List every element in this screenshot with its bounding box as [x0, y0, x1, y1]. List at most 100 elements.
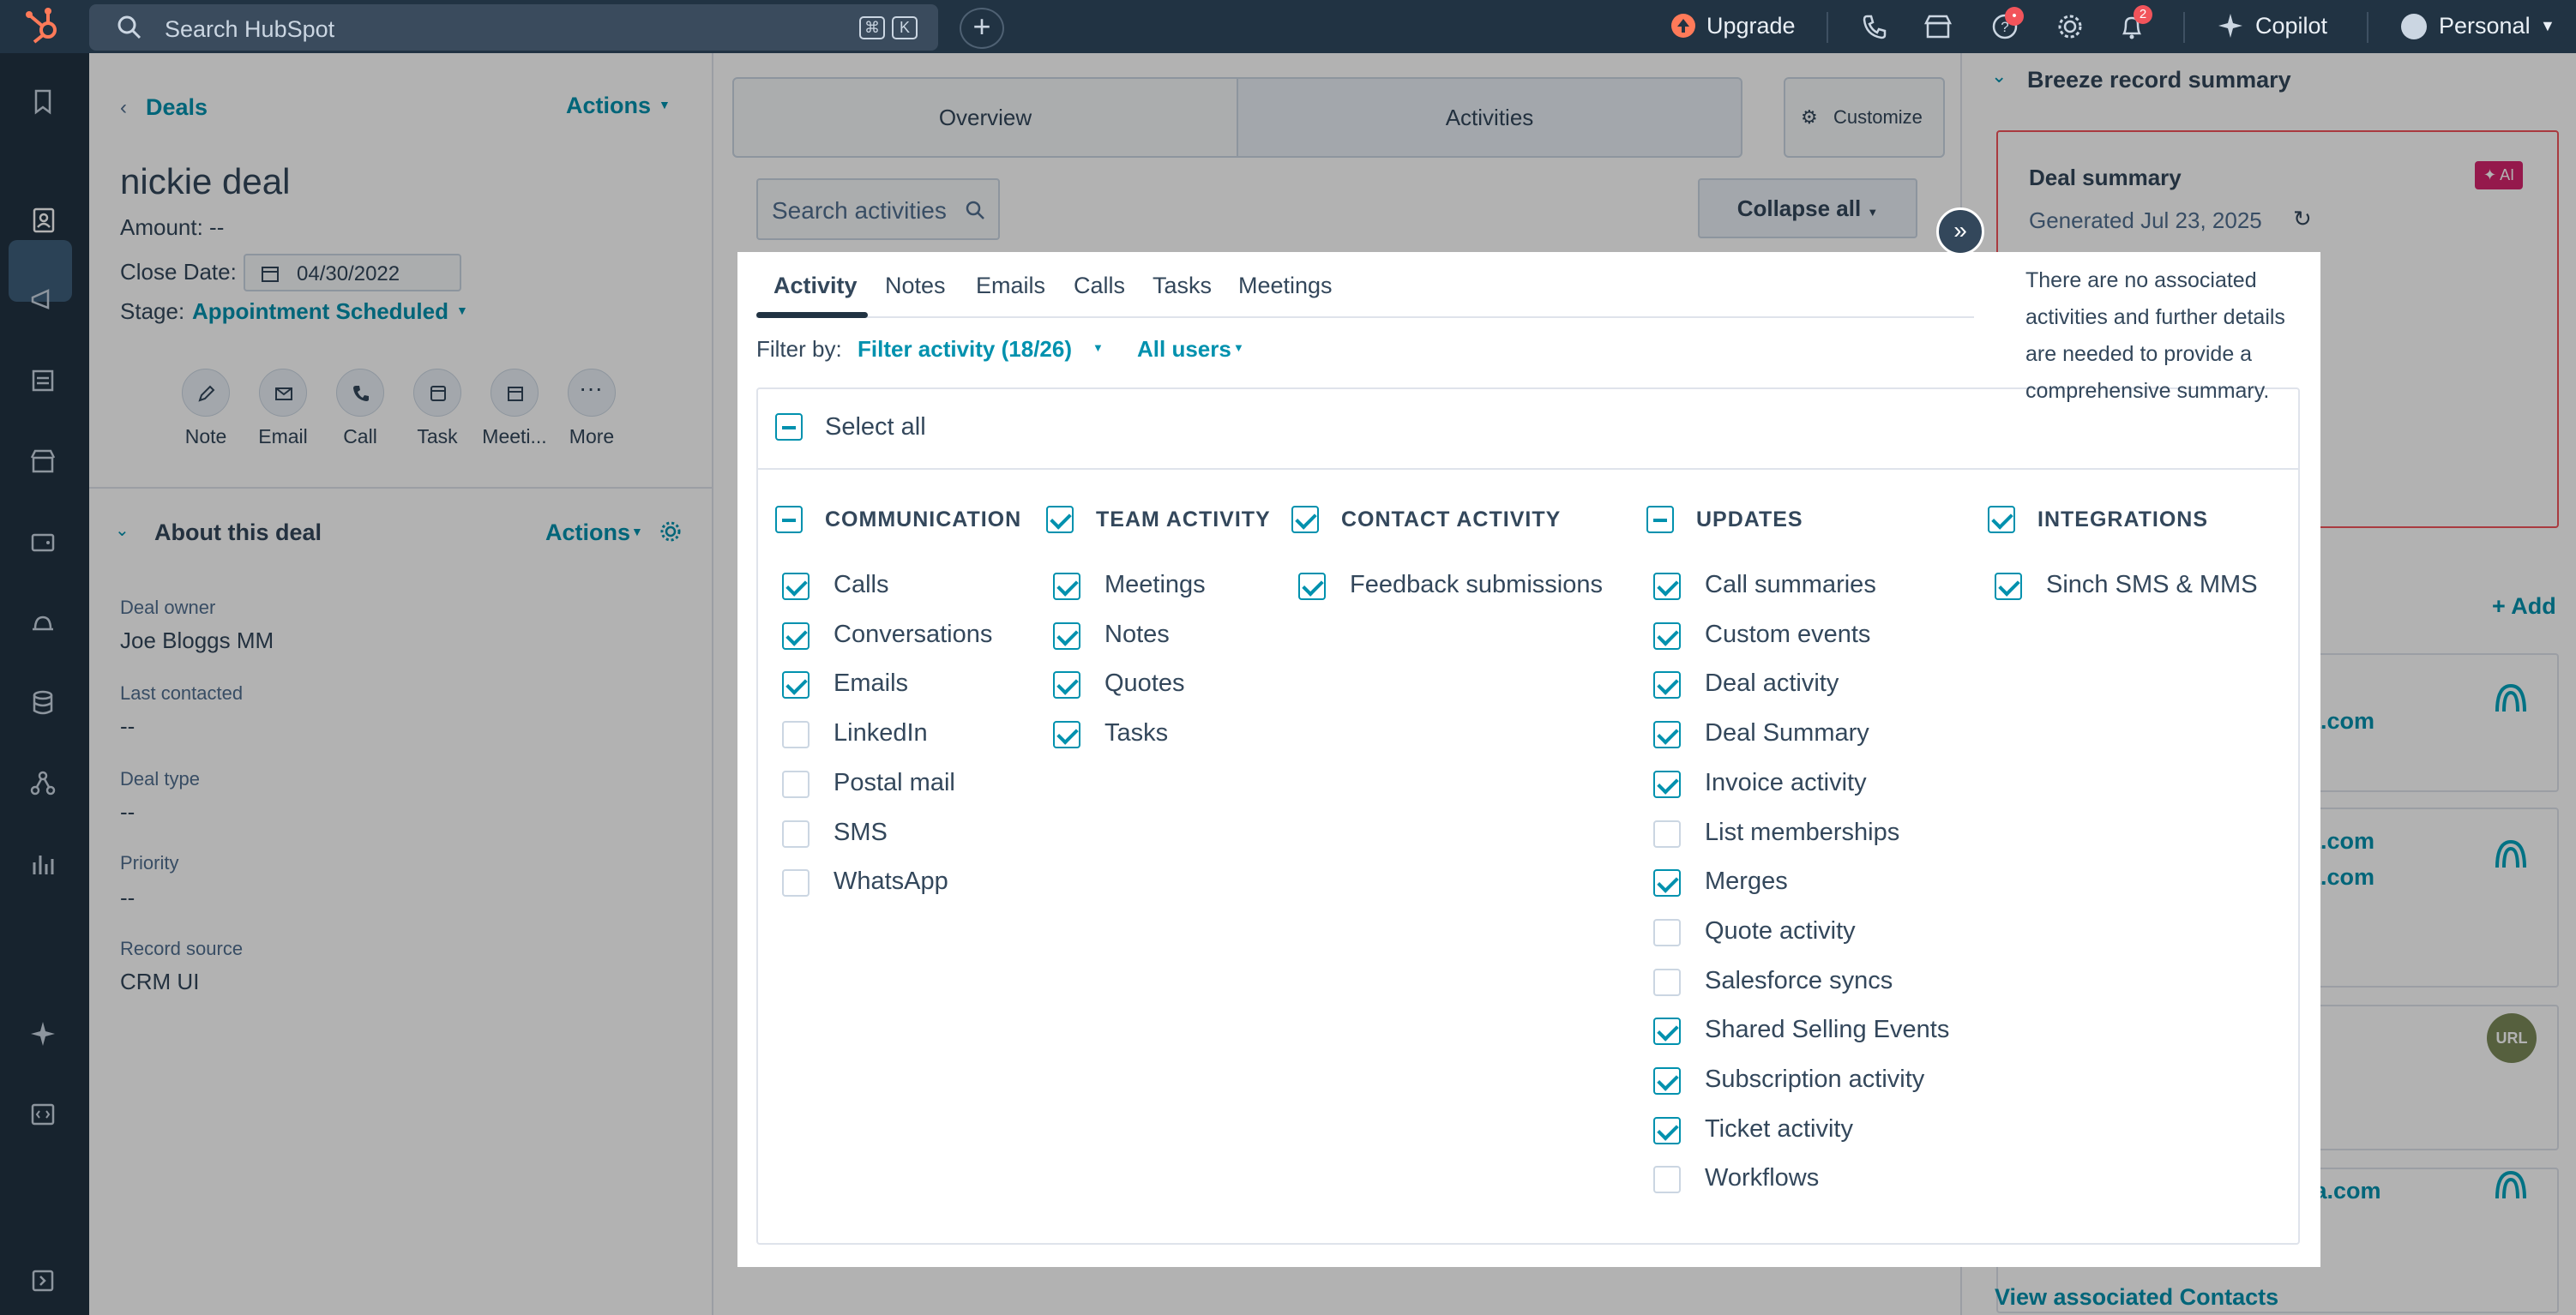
global-search-input[interactable]: Search HubSpot ⌘ K — [89, 4, 938, 51]
filter-label-call-summaries[interactable]: Call summaries — [1705, 571, 1876, 599]
filter-label-ticket-activity[interactable]: Ticket activity — [1705, 1115, 1853, 1144]
subtab-activity[interactable]: Activity — [773, 273, 858, 299]
select-all-label[interactable]: Select all — [825, 413, 926, 441]
filter-label-subscription-activity[interactable]: Subscription activity — [1705, 1066, 1924, 1094]
filter-checkbox-sms[interactable] — [782, 820, 810, 848]
filter-checkbox-salesforce-syncs[interactable] — [1653, 969, 1681, 996]
filter-label-list-memberships[interactable]: List memberships — [1705, 819, 1899, 847]
filter-checkbox-subscription-activity[interactable] — [1653, 1067, 1681, 1095]
filter-label-calls[interactable]: Calls — [834, 571, 888, 599]
upgrade-icon — [1671, 14, 1695, 38]
hubspot-logo-icon[interactable] — [22, 4, 67, 49]
filter-checkbox-notes[interactable] — [1053, 622, 1080, 650]
subtab-meetings[interactable]: Meetings — [1238, 273, 1333, 299]
filter-checkbox-conversations[interactable] — [782, 622, 810, 650]
search-placeholder: Search HubSpot — [165, 16, 335, 42]
divider — [2183, 12, 2185, 43]
filter-checkbox-tasks[interactable] — [1053, 721, 1080, 748]
filter-checkbox-quote-activity[interactable] — [1653, 919, 1681, 946]
group-checkbox-updates[interactable] — [1646, 506, 1674, 533]
filter-checkbox-sinch-sms-mms[interactable] — [1995, 573, 2022, 600]
upgrade-button[interactable]: Upgrade — [1706, 13, 1796, 39]
filter-label-quotes[interactable]: Quotes — [1104, 670, 1185, 698]
create-new-button[interactable]: + — [960, 8, 1004, 49]
filter-checkbox-whatsapp[interactable] — [782, 869, 810, 897]
filter-checkbox-deal-summary[interactable] — [1653, 721, 1681, 748]
group-header-communication[interactable]: COMMUNICATION — [825, 507, 1021, 532]
filter-label-shared-selling-events[interactable]: Shared Selling Events — [1705, 1016, 1949, 1044]
filter-label-quote-activity[interactable]: Quote activity — [1705, 917, 1856, 946]
filter-label-merges[interactable]: Merges — [1705, 868, 1788, 896]
marketplace-icon[interactable] — [1923, 11, 1953, 42]
group-header-updates[interactable]: UPDATES — [1696, 507, 1803, 532]
active-subtab-indicator — [756, 312, 868, 318]
caret-down-icon: ▼ — [1092, 341, 1104, 354]
subtab-notes[interactable]: Notes — [885, 273, 946, 299]
phone-icon[interactable] — [1859, 11, 1890, 42]
filter-checkbox-postal-mail[interactable] — [782, 771, 810, 798]
subtab-divider — [756, 316, 1974, 318]
search-icon — [117, 15, 141, 39]
filter-label-emails[interactable]: Emails — [834, 670, 908, 698]
group-header-contact-activity[interactable]: CONTACT ACTIVITY — [1341, 507, 1561, 532]
filter-label-deal-activity[interactable]: Deal activity — [1705, 670, 1839, 698]
filter-label-postal-mail[interactable]: Postal mail — [834, 769, 955, 797]
chevron-down-icon: ▼ — [2540, 17, 2555, 34]
filter-checkbox-calls[interactable] — [782, 573, 810, 600]
account-avatar[interactable] — [2401, 14, 2427, 39]
filter-checkbox-list-memberships[interactable] — [1653, 820, 1681, 848]
settings-gear-icon[interactable] — [2055, 11, 2085, 42]
filter-by-label: Filter by: — [756, 336, 842, 362]
filter-checkbox-emails[interactable] — [782, 671, 810, 699]
filter-activity-dropdown[interactable]: Filter activity (18/26) — [858, 336, 1072, 363]
group-checkbox-contact-activity[interactable] — [1291, 506, 1319, 533]
top-navigation-bar: Search HubSpot ⌘ K + Upgrade ? • 2 Copil… — [0, 0, 2576, 53]
filter-options-panel: Select all COMMUNICATION Calls Conversatio… — [756, 387, 2300, 1245]
filter-label-salesforce-syncs[interactable]: Salesforce syncs — [1705, 967, 1893, 995]
filter-checkbox-quotes[interactable] — [1053, 671, 1080, 699]
filter-label-custom-events[interactable]: Custom events — [1705, 621, 1870, 649]
expand-panel-button[interactable]: » — [1936, 207, 1984, 255]
filter-label-conversations[interactable]: Conversations — [834, 621, 992, 649]
k-key-hint: K — [892, 16, 918, 39]
all-users-dropdown[interactable]: All users — [1137, 336, 1231, 363]
filter-checkbox-shared-selling-events[interactable] — [1653, 1018, 1681, 1045]
deal-summary-text: There are no associated activities and f… — [2025, 268, 2285, 403]
filter-checkbox-call-summaries[interactable] — [1653, 573, 1681, 600]
filter-label-feedback-submissions[interactable]: Feedback submissions — [1350, 571, 1603, 599]
filter-label-whatsapp[interactable]: WhatsApp — [834, 868, 948, 896]
notifications-badge: 2 — [2134, 5, 2152, 24]
filter-checkbox-ticket-activity[interactable] — [1653, 1117, 1681, 1144]
caret-down-icon: ▼ — [1233, 341, 1244, 354]
filter-label-sinch-sms-mms[interactable]: Sinch SMS & MMS — [2046, 571, 2258, 599]
copilot-button[interactable]: Copilot — [2255, 13, 2327, 39]
help-badge: • — [2005, 7, 2024, 26]
select-all-checkbox[interactable] — [775, 413, 803, 441]
filter-checkbox-deal-activity[interactable] — [1653, 671, 1681, 699]
subtab-emails[interactable]: Emails — [976, 273, 1045, 299]
filter-checkbox-merges[interactable] — [1653, 869, 1681, 897]
filter-label-notes[interactable]: Notes — [1104, 621, 1170, 649]
filter-label-sms[interactable]: SMS — [834, 819, 888, 847]
filter-label-linkedin[interactable]: LinkedIn — [834, 719, 928, 748]
subtab-tasks[interactable]: Tasks — [1153, 273, 1212, 299]
filter-label-invoice-activity[interactable]: Invoice activity — [1705, 769, 1867, 797]
filter-checkbox-workflows[interactable] — [1653, 1166, 1681, 1193]
group-header-integrations[interactable]: INTEGRATIONS — [2037, 507, 2208, 532]
filter-checkbox-meetings[interactable] — [1053, 573, 1080, 600]
filter-checkbox-custom-events[interactable] — [1653, 622, 1681, 650]
filter-label-workflows[interactable]: Workflows — [1705, 1164, 1819, 1192]
divider — [1827, 12, 1828, 43]
filter-label-meetings[interactable]: Meetings — [1104, 571, 1206, 599]
group-checkbox-team-activity[interactable] — [1046, 506, 1074, 533]
filter-checkbox-invoice-activity[interactable] — [1653, 771, 1681, 798]
subtab-calls[interactable]: Calls — [1074, 273, 1125, 299]
account-menu[interactable]: Personal — [2439, 13, 2531, 39]
filter-label-deal-summary[interactable]: Deal Summary — [1705, 719, 1869, 748]
group-checkbox-communication[interactable] — [775, 506, 803, 533]
group-checkbox-integrations[interactable] — [1988, 506, 2015, 533]
filter-checkbox-feedback-submissions[interactable] — [1298, 573, 1326, 600]
filter-checkbox-linkedin[interactable] — [782, 721, 810, 748]
filter-label-tasks[interactable]: Tasks — [1104, 719, 1168, 748]
group-header-team-activity[interactable]: TEAM ACTIVITY — [1096, 507, 1271, 532]
